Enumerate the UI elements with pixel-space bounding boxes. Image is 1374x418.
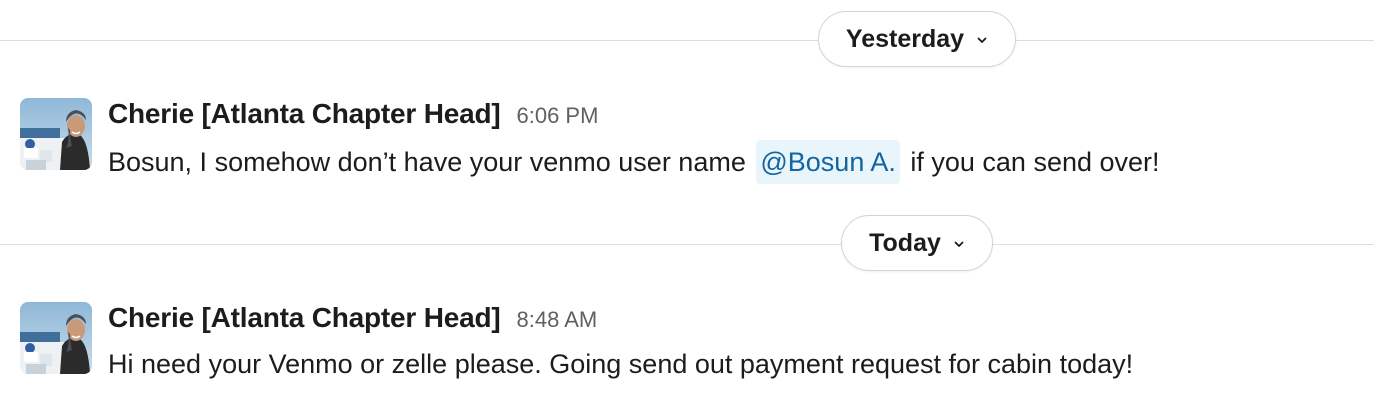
message-text-before: Bosun, I somehow don’t have your venmo u… xyxy=(108,147,746,177)
message-timestamp[interactable]: 8:48 AM xyxy=(517,307,598,333)
day-divider-label: Yesterday xyxy=(845,24,965,53)
day-divider-yesterday: Yesterday xyxy=(0,11,1374,71)
day-divider-label: Today xyxy=(869,228,941,257)
user-mention[interactable]: @Bosun A. xyxy=(756,140,900,184)
message-feed: Yesterday Cherie [Atlanta Chapter Head] … xyxy=(0,0,1374,418)
chevron-down-icon xyxy=(976,34,988,46)
sender-name[interactable]: Cherie [Atlanta Chapter Head] xyxy=(108,302,501,334)
day-divider-today: Today xyxy=(0,215,1374,275)
divider-line xyxy=(0,244,1374,245)
message-text: Bosun, I somehow don’t have your venmo u… xyxy=(108,140,1360,184)
chevron-down-icon xyxy=(953,238,965,250)
message-timestamp[interactable]: 6:06 PM xyxy=(517,103,599,129)
avatar[interactable] xyxy=(20,302,92,374)
day-divider-button[interactable]: Yesterday xyxy=(818,11,1016,67)
message-text-after: if you can send over! xyxy=(902,147,1160,177)
avatar[interactable] xyxy=(20,98,92,170)
message-item[interactable]: Cherie [Atlanta Chapter Head] 8:48 AM Hi… xyxy=(20,302,1360,382)
message-text: Hi need your Venmo or zelle please. Goin… xyxy=(108,349,1134,379)
sender-name[interactable]: Cherie [Atlanta Chapter Head] xyxy=(108,98,501,130)
divider-line xyxy=(0,40,1374,41)
message-item[interactable]: Cherie [Atlanta Chapter Head] 6:06 PM Bo… xyxy=(20,98,1360,184)
day-divider-button[interactable]: Today xyxy=(841,215,993,271)
